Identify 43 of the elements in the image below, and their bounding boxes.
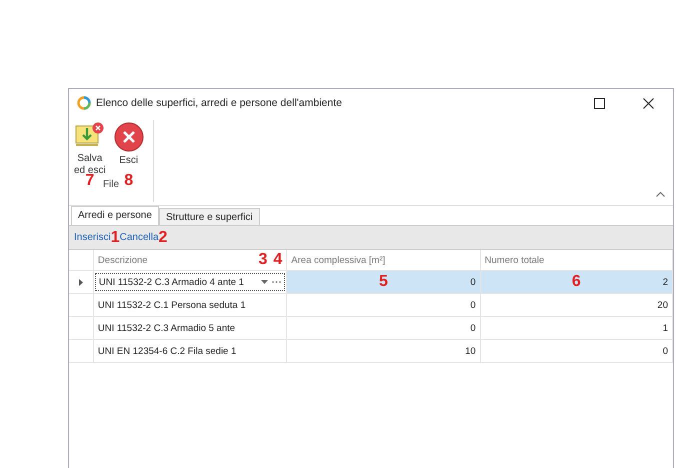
- group-label: File: [102, 179, 120, 190]
- table-cell: 0: [470, 322, 476, 334]
- exit-button[interactable]: Esci: [110, 120, 147, 174]
- callout-number: 2: [158, 230, 168, 246]
- table-cell: 0: [662, 346, 668, 356]
- tab[interactable]: Strutture e superfici: [158, 208, 260, 225]
- table-cell: UNI 11532-2 C.3 Armadio 5 ante: [98, 322, 236, 334]
- callout-number: 8: [124, 173, 134, 189]
- table-row[interactable]: UNI 11532-2 C.1 Persona seduta 1 0 20: [69, 294, 673, 317]
- column-label: Area complessiva [m²]: [291, 254, 386, 266]
- toolbar-link[interactable]: Cancella: [120, 232, 159, 243]
- callout-number: 5: [378, 274, 388, 290]
- window-title: Elenco delle superfici, arredi e persone dell'ambiente: [96, 97, 343, 109]
- table-cell: 2: [662, 276, 668, 288]
- table-row[interactable]: UNI 11532-2 C.3 Armadio 4 ante 1 5 0 6 2: [69, 271, 673, 294]
- table-cell: UNI EN 12354-6 C.2 Fila sedie 1: [98, 346, 236, 356]
- tab[interactable]: Arredi e persone: [71, 206, 159, 225]
- table-cell: 0: [470, 300, 476, 310]
- table-cell: 20: [657, 300, 668, 310]
- row-indicator-icon: [78, 278, 83, 286]
- table-row[interactable]: UNI 11532-2 C.3 Armadio 5 ante 0 1: [69, 317, 673, 340]
- dropdown-field[interactable]: UNI 11532-2 C.3 Armadio 4 ante 1: [94, 273, 286, 291]
- close-icon[interactable]: [643, 98, 654, 108]
- callout-number: 1: [110, 230, 120, 246]
- dropdown-caret-icon[interactable]: [261, 280, 268, 284]
- app-logo-icon: [77, 96, 91, 110]
- table-cell: 0: [470, 276, 476, 288]
- table-row[interactable]: UNI EN 12354-6 C.2 Fila sedie 1 10 0: [69, 340, 673, 363]
- maximize-icon[interactable]: [594, 98, 605, 108]
- close-icon: [114, 122, 144, 152]
- table-cell: UNI 11532-2 C.1 Persona seduta 1: [98, 300, 246, 310]
- column-header[interactable]: Numero totale: [480, 250, 673, 270]
- toolbar-link[interactable]: Inserisci: [74, 232, 111, 243]
- callout-number: 6: [572, 274, 581, 290]
- table-cell: 1: [662, 322, 668, 334]
- save-and-exit-button[interactable]: Salva ed esci: [71, 120, 109, 174]
- callout-number: 3: [258, 252, 268, 268]
- callout-number: 4: [273, 252, 282, 268]
- table-cell: 10: [465, 346, 476, 356]
- callout-number: 7: [85, 173, 94, 189]
- column-label: Descrizione: [98, 254, 148, 266]
- collapse-caret-icon[interactable]: [656, 191, 665, 197]
- column-label: Numero totale: [484, 254, 544, 266]
